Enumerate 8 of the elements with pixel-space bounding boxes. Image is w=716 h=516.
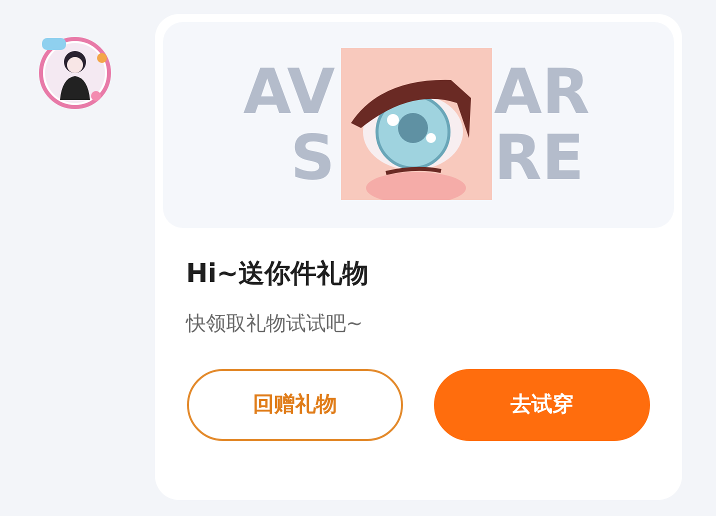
banner-watermark-text: AR [494,61,590,123]
try-on-button[interactable]: 去试穿 [434,369,650,441]
banner-watermark-text: S [290,127,336,189]
card-subtitle: 快领取礼物试试吧~ [184,310,364,333]
banner-watermark-text: AV [243,61,336,123]
banner-watermark-text: RE [494,127,584,189]
return-gift-button[interactable]: 回赠礼物 [187,369,403,441]
card-title: Hi~送你件礼物 [185,258,370,287]
